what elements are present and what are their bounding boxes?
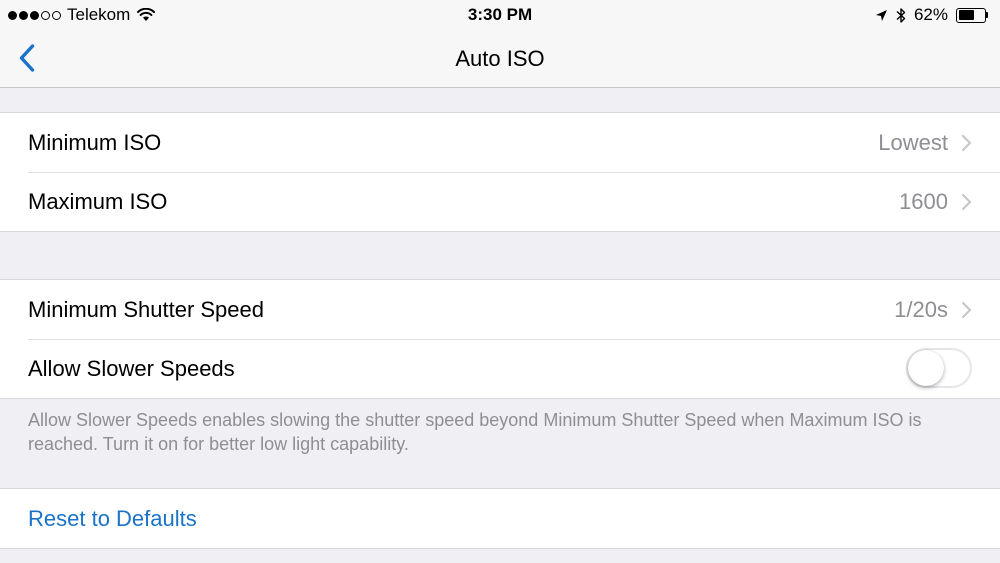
battery-percentage: 62% xyxy=(913,5,948,24)
location-arrow-icon xyxy=(875,9,887,21)
row-value: 1/20s xyxy=(894,296,948,322)
row-label: Allow Slower Speeds xyxy=(28,355,235,381)
maximum-iso-row[interactable]: Maximum ISO 1600 xyxy=(0,172,1000,231)
chevron-right-icon xyxy=(961,301,972,319)
reset-to-defaults-button[interactable]: Reset to Defaults xyxy=(0,489,1000,548)
reset-group: Reset to Defaults xyxy=(0,488,1000,549)
bluetooth-icon xyxy=(896,7,906,23)
row-value: 1600 xyxy=(899,188,948,214)
status-right: 62% xyxy=(875,5,988,25)
row-value: Lowest xyxy=(878,129,948,155)
status-time: 3:30 PM xyxy=(467,5,533,24)
row-label: Minimum ISO xyxy=(28,129,162,155)
minimum-iso-row[interactable]: Minimum ISO Lowest xyxy=(0,113,1000,172)
page-title: Auto ISO xyxy=(455,46,545,71)
minimum-shutter-speed-row[interactable]: Minimum Shutter Speed 1/20s xyxy=(0,280,1000,339)
allow-slower-speeds-row: Allow Slower Speeds xyxy=(0,339,1000,398)
chevron-right-icon xyxy=(961,193,972,211)
reset-label: Reset to Defaults xyxy=(28,505,197,531)
allow-slower-speeds-toggle[interactable] xyxy=(906,348,972,388)
navigation-bar: Auto ISO xyxy=(0,30,1000,88)
row-label: Maximum ISO xyxy=(28,188,168,214)
chevron-right-icon xyxy=(961,134,972,152)
status-bar: Telekom 3:30 PM 62% xyxy=(0,0,1000,30)
shutter-settings-group: Minimum Shutter Speed 1/20s Allow Slower… xyxy=(0,279,1000,399)
row-label: Minimum Shutter Speed xyxy=(28,296,264,322)
battery-icon xyxy=(956,7,988,23)
iso-settings-group: Minimum ISO Lowest Maximum ISO 1600 xyxy=(0,112,1000,232)
toggle-knob xyxy=(908,350,944,386)
section-footer-text: Allow Slower Speeds enables slowing the … xyxy=(28,410,922,454)
